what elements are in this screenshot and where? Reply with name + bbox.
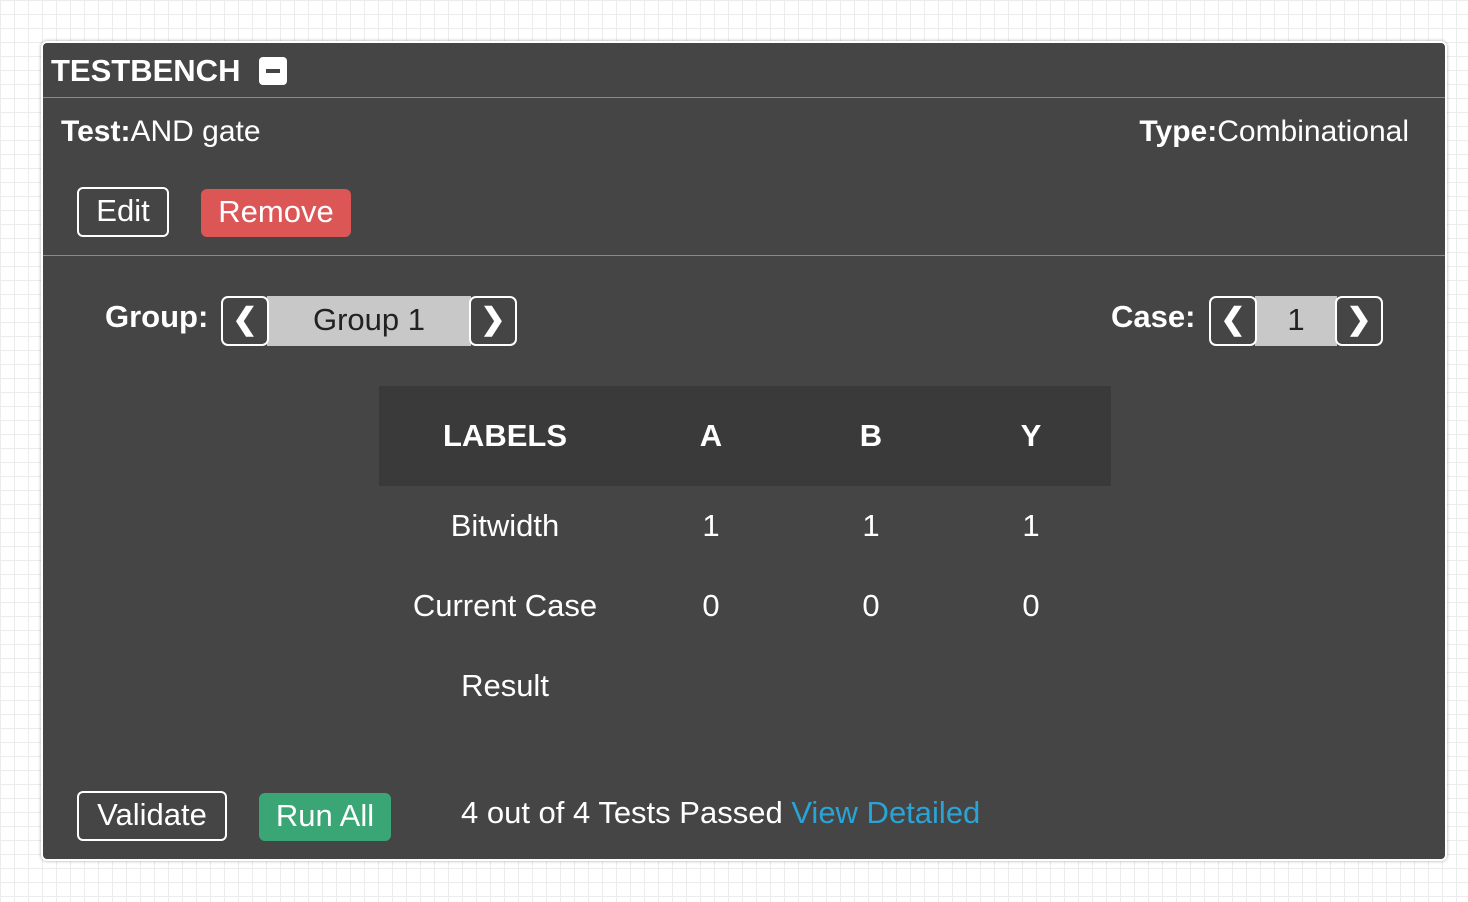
case-picker: ❮ 1 ❯	[1209, 296, 1383, 346]
testbench-titlebar: TESTBENCH	[43, 43, 1445, 98]
table-row: Result	[379, 646, 1111, 726]
group-next-button[interactable]: ❯	[469, 296, 517, 346]
test-info: Test:AND gate	[61, 115, 261, 149]
table-cell	[791, 646, 951, 726]
column-header: Y	[951, 386, 1111, 486]
testbench-panel: TESTBENCH Test:AND gate Type:Combination…	[41, 41, 1447, 861]
chevron-left-icon: ❮	[232, 303, 258, 336]
minimize-icon[interactable]	[259, 57, 287, 85]
case-prev-button[interactable]: ❮	[1209, 296, 1257, 346]
status-text: 4 out of 4 Tests Passed	[461, 795, 783, 830]
type-value: Combinational	[1217, 115, 1409, 148]
row-label: Current Case	[412, 588, 598, 623]
column-header: A	[631, 386, 791, 486]
chevron-left-icon: ❮	[1220, 303, 1246, 336]
chevron-right-icon: ❯	[1346, 303, 1372, 336]
table-cell	[631, 646, 791, 726]
table-cell	[951, 646, 1111, 726]
group-label: Group:	[105, 299, 209, 334]
group-picker: ❮ Group 1 ❯	[221, 296, 517, 346]
table-row: Current Case 0 0 0	[379, 566, 1111, 646]
table-cell: 0	[862, 588, 880, 623]
group-value: Group 1	[267, 296, 471, 346]
column-header: B	[791, 386, 951, 486]
case-next-button[interactable]: ❯	[1335, 296, 1383, 346]
validate-button[interactable]: Validate	[77, 791, 227, 841]
chevron-right-icon: ❯	[480, 303, 506, 336]
panel-title: TESTBENCH	[51, 53, 241, 88]
column-header: LABELS	[379, 386, 631, 486]
case-label: Case:	[1111, 299, 1196, 334]
remove-button[interactable]: Remove	[201, 189, 351, 237]
row-label: Result	[461, 668, 549, 703]
table-cell: 0	[702, 588, 720, 623]
test-name: AND gate	[130, 115, 261, 148]
table-cell: 0	[1022, 588, 1040, 623]
case-value: 1	[1255, 296, 1337, 346]
table-header-row: LABELS A B Y	[379, 386, 1111, 486]
edit-button[interactable]: Edit	[77, 187, 169, 237]
run-all-button[interactable]: Run All	[259, 793, 391, 841]
table-cell: 1	[1022, 508, 1040, 543]
test-status: 4 out of 4 Tests Passed View Detailed	[461, 796, 980, 830]
row-label: Bitwidth	[450, 508, 560, 543]
testbench-table: LABELS A B Y Bitwidth 1 1 1 Current Case…	[379, 386, 1111, 726]
table-row: Bitwidth 1 1 1	[379, 486, 1111, 566]
section-divider	[43, 255, 1445, 256]
type-info: Type:Combinational	[1139, 115, 1409, 149]
group-prev-button[interactable]: ❮	[221, 296, 269, 346]
view-detailed-link[interactable]: View Detailed	[791, 795, 980, 830]
table-cell: 1	[862, 508, 880, 543]
table-cell: 1	[702, 508, 720, 543]
test-label: Test:	[61, 115, 131, 148]
type-label: Type:	[1139, 115, 1218, 148]
